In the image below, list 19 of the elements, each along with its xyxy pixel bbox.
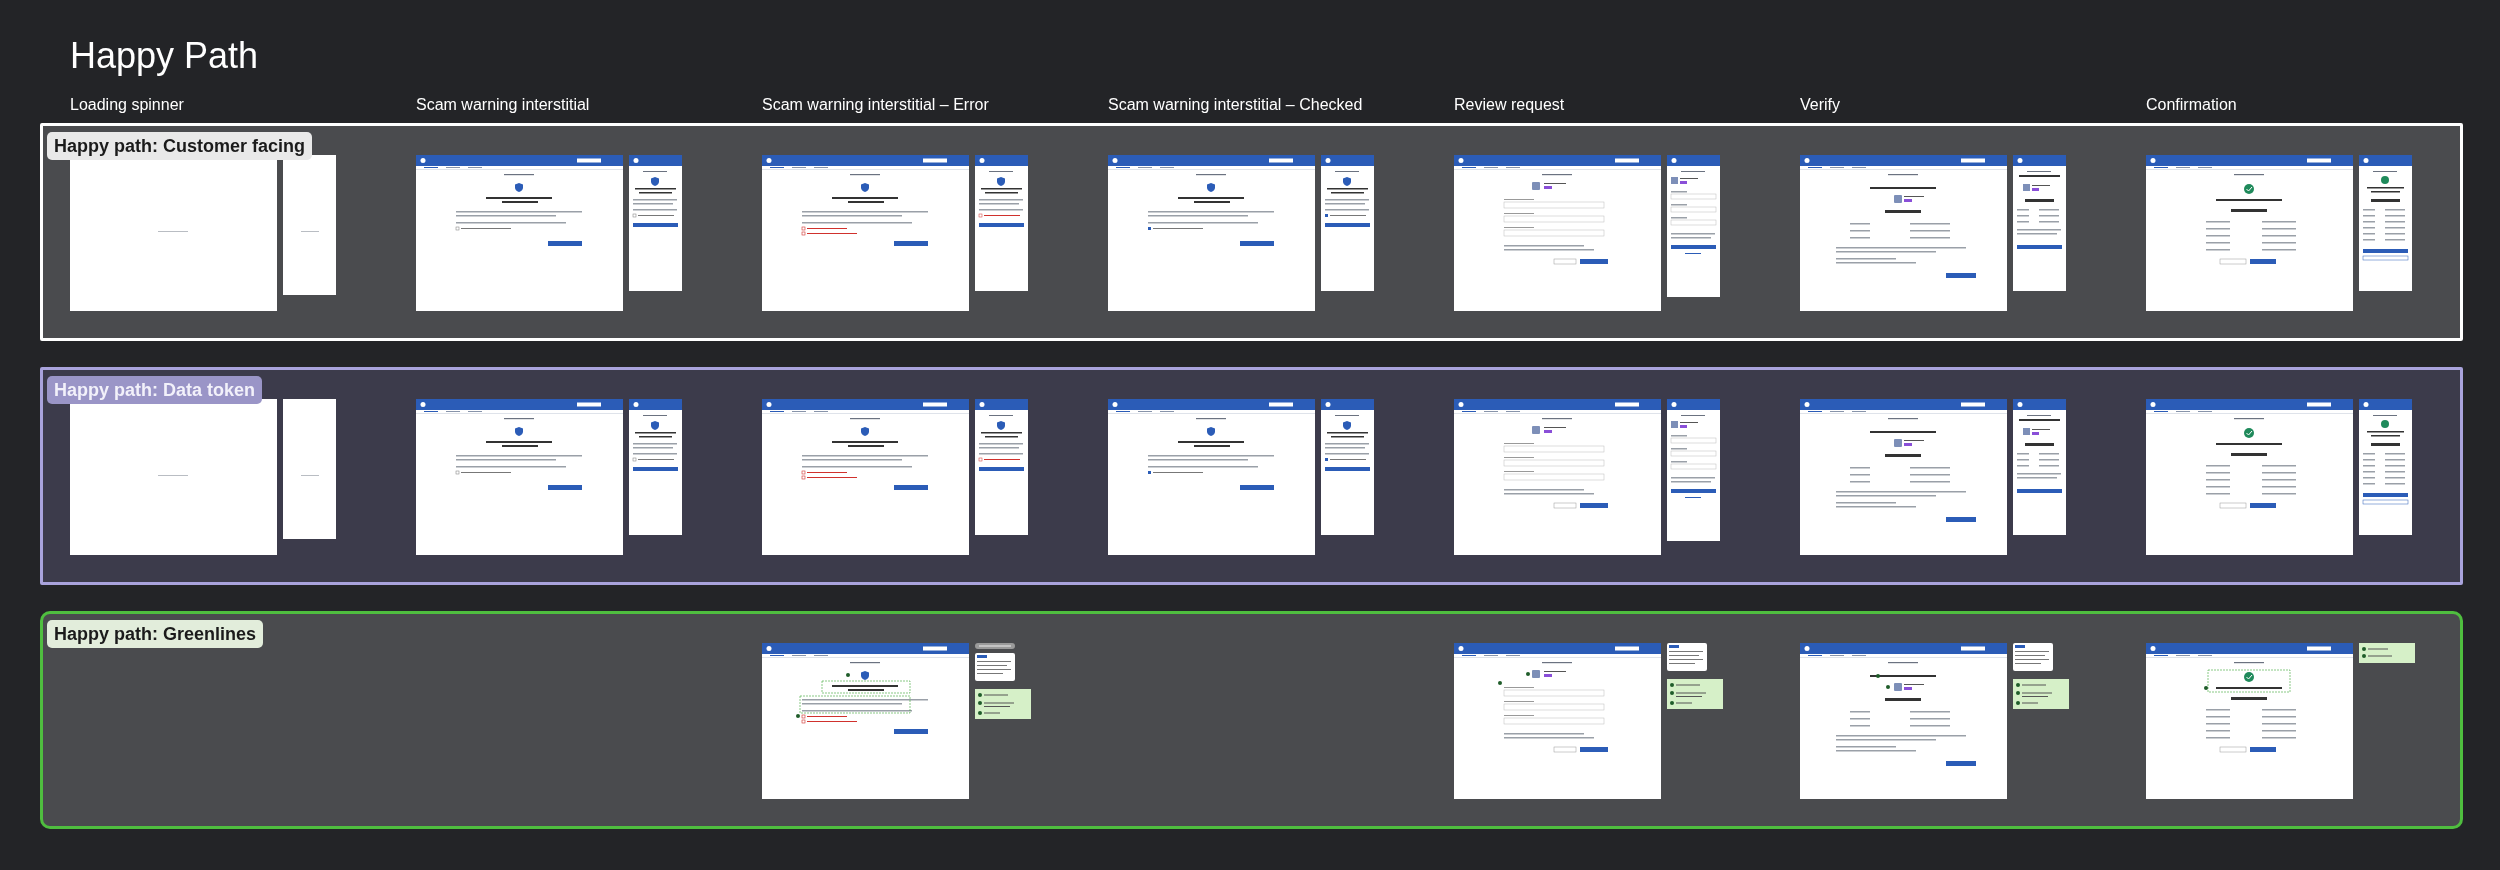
annotation-note-drawing <box>2013 643 2053 671</box>
annotation-note-drawing <box>1667 679 1723 709</box>
section-label: Happy path: Customer facing <box>47 132 313 160</box>
section-label: Happy path: Data token <box>47 376 263 404</box>
column-label: Scam warning interstitial – Error <box>762 96 989 113</box>
annotation-note-drawing <box>1667 643 1707 671</box>
annotation-tag-drawing <box>975 643 1015 649</box>
column-label: Loading spinner <box>70 96 184 113</box>
annotation-note-drawing <box>2013 679 2069 709</box>
annotation-note-drawing <box>2359 643 2415 663</box>
column-label: Verify <box>1800 96 1840 113</box>
annotation-note-drawing <box>975 689 1031 719</box>
page-title: Happy Path <box>70 34 260 78</box>
annotation-note-drawing <box>975 653 1015 681</box>
column-label: Review request <box>1454 96 1565 113</box>
section-label: Happy path: Greenlines <box>47 620 264 648</box>
column-label: Confirmation <box>2146 96 2237 113</box>
column-label: Scam warning interstitial – Checked <box>1108 96 1363 113</box>
column-label: Scam warning interstitial <box>416 96 590 113</box>
